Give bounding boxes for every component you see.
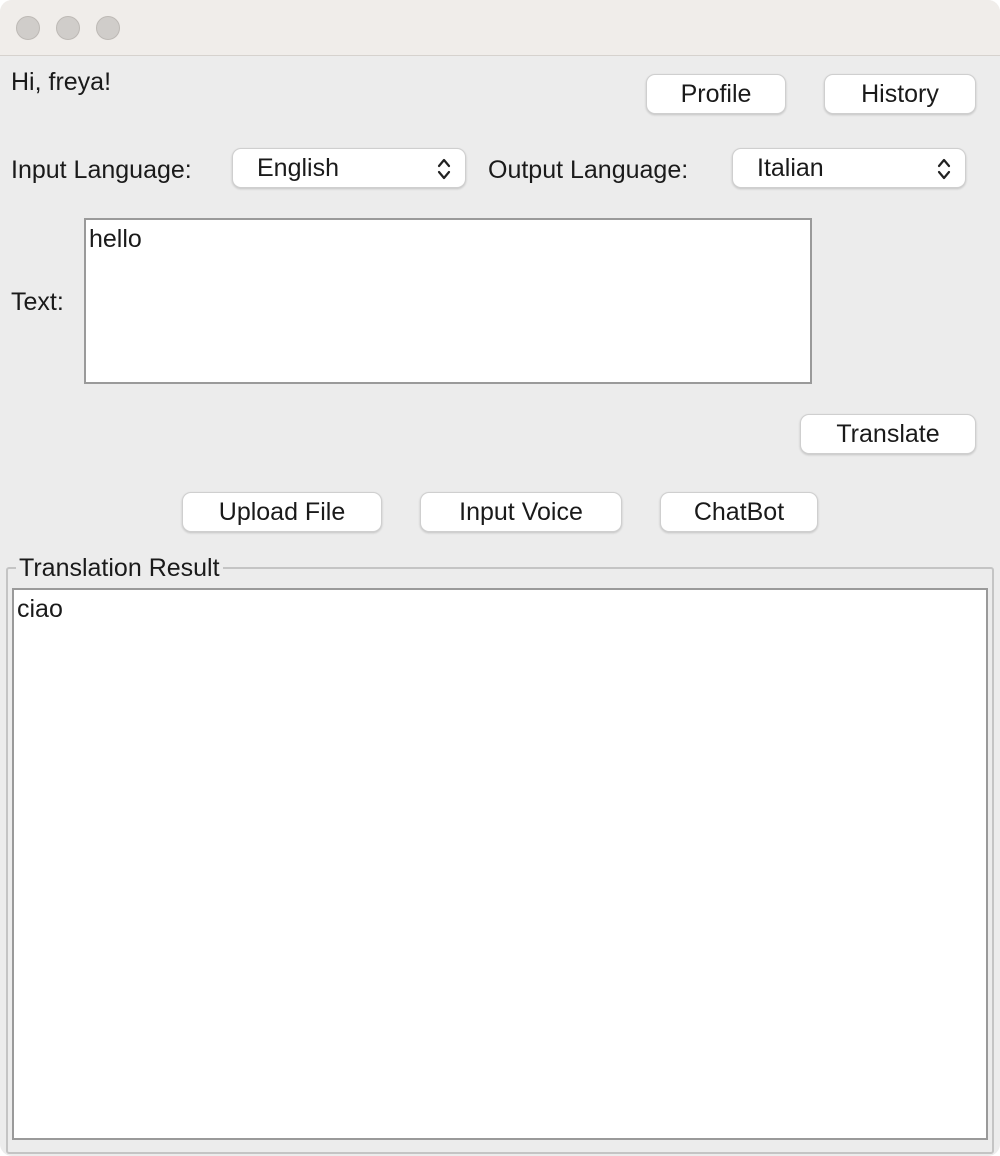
output-language-select[interactable]: Italian bbox=[732, 148, 966, 188]
translation-result-area[interactable]: ciao bbox=[12, 588, 988, 1140]
chevron-up-down-icon bbox=[437, 158, 451, 180]
input-language-value: English bbox=[257, 154, 339, 182]
app-window: Hi, freya! Profile History Input Languag… bbox=[0, 0, 1000, 1156]
input-language-select[interactable]: English bbox=[232, 148, 466, 188]
chatbot-button[interactable]: ChatBot bbox=[660, 492, 818, 532]
history-button[interactable]: History bbox=[824, 74, 976, 114]
title-bar bbox=[0, 0, 1000, 56]
greeting-text: Hi, freya! bbox=[11, 68, 112, 96]
text-label: Text: bbox=[11, 288, 64, 316]
source-text-area[interactable]: hello bbox=[84, 218, 812, 384]
input-voice-button[interactable]: Input Voice bbox=[420, 492, 622, 532]
zoom-window-button[interactable] bbox=[96, 16, 120, 40]
upload-file-button[interactable]: Upload File bbox=[182, 492, 382, 532]
output-language-value: Italian bbox=[757, 154, 824, 182]
translate-button[interactable]: Translate bbox=[800, 414, 976, 454]
close-window-button[interactable] bbox=[16, 16, 40, 40]
minimize-window-button[interactable] bbox=[56, 16, 80, 40]
output-language-label: Output Language: bbox=[488, 156, 689, 184]
input-language-label: Input Language: bbox=[11, 156, 192, 184]
profile-button[interactable]: Profile bbox=[646, 74, 786, 114]
translation-result-title: Translation Result bbox=[16, 553, 223, 583]
chevron-up-down-icon bbox=[937, 158, 951, 180]
